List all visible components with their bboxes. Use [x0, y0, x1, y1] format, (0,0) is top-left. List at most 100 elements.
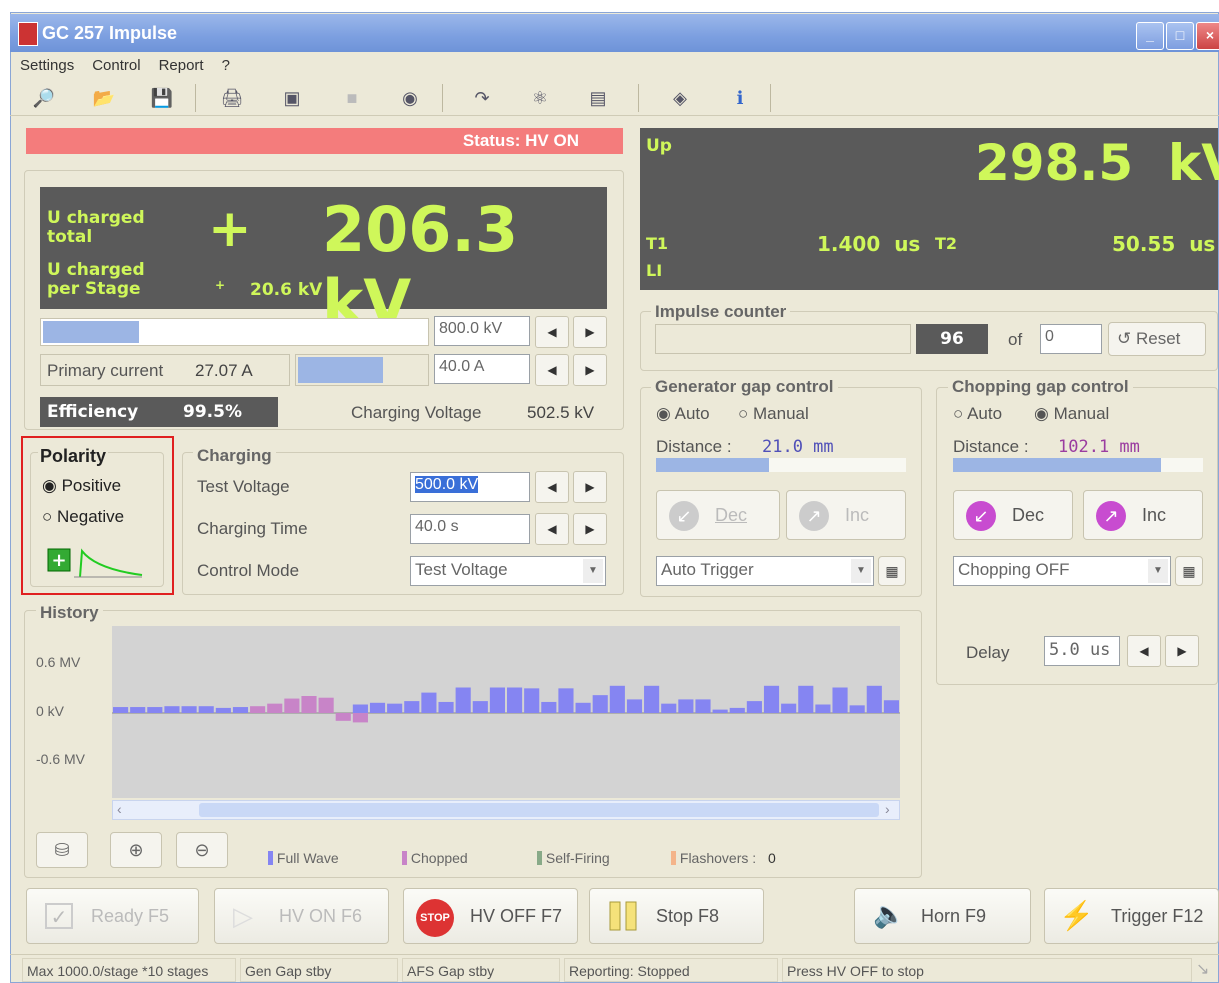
layers-icon[interactable]: ◈: [668, 86, 692, 110]
arrow-down-left-icon: ↙: [966, 501, 996, 531]
menu-report[interactable]: Report: [149, 52, 212, 74]
history-bar: [798, 685, 814, 713]
scroll-left-icon[interactable]: ‹: [117, 801, 122, 817]
ready-label: Ready F5: [91, 906, 170, 926]
chopping-mode-select[interactable]: Chopping OFF ▼: [953, 556, 1171, 586]
zoom-in-icon: ⊕: [128, 840, 144, 860]
delay-inc[interactable]: ▶: [1165, 635, 1199, 667]
zoom-out-button[interactable]: ⊖: [176, 832, 228, 868]
history-bar: [832, 687, 848, 713]
horn-button[interactable]: 🔈 Horn F9: [854, 888, 1031, 944]
maximize-button[interactable]: □: [1166, 22, 1194, 50]
chop-gap-auto-label: Auto: [967, 404, 1003, 423]
chop-gap-dec-button[interactable]: ↙ Dec: [953, 490, 1073, 540]
charging-time-dec[interactable]: ◀: [535, 513, 569, 545]
polarity-positive-radio[interactable]: ◉ Positive: [42, 476, 121, 496]
trigger-settings-icon[interactable]: ▦: [878, 556, 906, 586]
polarity-negative-label: Negative: [57, 507, 125, 526]
test-voltage-value: 500.0 kV: [415, 476, 479, 493]
gen-gap-inc-label: Inc: [845, 505, 870, 525]
history-chart: [112, 626, 900, 798]
primary-current-label: Primary current: [47, 361, 164, 380]
chop-gap-meter-fill: [953, 458, 1161, 472]
impulse-limit-field[interactable]: 0: [1040, 324, 1102, 354]
open-folder-icon[interactable]: 📂: [92, 86, 116, 110]
svg-text:+: +: [51, 550, 66, 571]
current-limit-inc[interactable]: ▶: [573, 354, 607, 386]
network-icon[interactable]: ⚛: [528, 86, 552, 110]
menu-control[interactable]: Control: [82, 52, 148, 74]
chopping-settings-icon[interactable]: ▦: [1175, 556, 1203, 586]
test-voltage-field[interactable]: 500.0 kV: [410, 472, 530, 502]
close-button[interactable]: ×: [1196, 22, 1219, 50]
camera-icon[interactable]: ◉: [398, 86, 422, 110]
primary-current-box: Primary current 27.07 A: [40, 354, 290, 386]
gen-gap-inc-button[interactable]: ↗ Inc: [786, 490, 906, 540]
resize-grip-icon[interactable]: ↘: [1196, 959, 1209, 979]
chevron-down-icon: ▼: [851, 559, 871, 583]
hv-off-button[interactable]: STOP HV OFF F7: [403, 888, 578, 944]
horn-label: Horn F9: [921, 906, 987, 926]
history-bar: [849, 705, 865, 713]
li-label: LI: [646, 261, 663, 280]
delay-field[interactable]: 5.0 us: [1044, 636, 1120, 666]
app-icon: [18, 22, 38, 46]
menu-settings[interactable]: Settings: [10, 52, 82, 74]
clear-history-button[interactable]: ⛁: [36, 832, 88, 868]
chop-gap-inc-button[interactable]: ↗ Inc: [1083, 490, 1203, 540]
radio-selected-icon: ◉: [42, 476, 57, 495]
history-bar: [712, 709, 728, 713]
lightning-icon: ⚡: [1059, 900, 1094, 931]
export-icon[interactable]: ↷: [470, 86, 494, 110]
history-bar: [404, 701, 420, 713]
voltage-limit-inc[interactable]: ▶: [573, 316, 607, 348]
chop-gap-distance-value: 102.1 mm: [1058, 437, 1140, 457]
primary-current-value: 27.07 A: [195, 361, 253, 380]
search-icon[interactable]: 🔎: [32, 86, 56, 110]
ready-button[interactable]: ✓ Ready F5: [26, 888, 199, 944]
gen-gap-manual-radio[interactable]: ○ Manual: [738, 404, 809, 424]
scrollbar-thumb[interactable]: [199, 803, 879, 817]
test-voltage-inc[interactable]: ▶: [573, 471, 607, 503]
up-value: 298.5 kV: [975, 134, 1219, 192]
hv-on-label: HV ON F6: [279, 906, 363, 926]
control-mode-label: Control Mode: [197, 561, 300, 580]
zoom-in-button[interactable]: ⊕: [110, 832, 162, 868]
record-icon[interactable]: ■: [340, 86, 364, 110]
reset-button[interactable]: ↺ Reset: [1108, 322, 1206, 356]
test-voltage-dec[interactable]: ◀: [535, 471, 569, 503]
menu-help[interactable]: ?: [212, 52, 238, 74]
current-limit-field[interactable]: 40.0 A: [434, 354, 530, 384]
control-mode-select[interactable]: Test Voltage ▼: [410, 556, 606, 586]
history-scrollbar[interactable]: ‹ ›: [112, 800, 900, 820]
preview-icon[interactable]: ▣: [280, 86, 304, 110]
gen-gap-dec-button[interactable]: ↙ Dec: [656, 490, 780, 540]
voltage-limit-dec[interactable]: ◀: [535, 316, 569, 348]
gen-gap-distance-value: 21.0 mm: [762, 437, 834, 457]
print-icon[interactable]: 🖨: [220, 86, 244, 110]
legend-swatch: [671, 851, 676, 865]
chop-gap-manual-radio[interactable]: ◉ Manual: [1034, 404, 1109, 424]
trigger-button[interactable]: ⚡ Trigger F12: [1044, 888, 1219, 944]
window-layout-icon[interactable]: ▤: [586, 86, 610, 110]
save-icon[interactable]: 💾: [150, 86, 174, 110]
history-bar: [147, 707, 163, 713]
gen-gap-auto-radio[interactable]: ◉ Auto: [656, 404, 710, 424]
minimize-button[interactable]: _: [1136, 22, 1164, 50]
history-bar: [883, 700, 899, 713]
scroll-right-icon[interactable]: ›: [885, 801, 890, 817]
info-icon[interactable]: ℹ: [728, 86, 752, 110]
trigger-mode-select[interactable]: Auto Trigger ▼: [656, 556, 874, 586]
stop-button[interactable]: Stop F8: [589, 888, 764, 944]
charging-time-field[interactable]: 40.0 s: [410, 514, 530, 544]
delay-dec[interactable]: ◀: [1127, 635, 1161, 667]
voltage-limit-field[interactable]: 800.0 kV: [434, 316, 530, 346]
chop-gap-auto-radio[interactable]: ○ Auto: [953, 404, 1002, 424]
peak-voltage-display: Up 298.5 kV T1 1.400 us T2 50.55 us LI: [640, 128, 1219, 290]
hv-on-button[interactable]: ▷ HV ON F6: [214, 888, 389, 944]
trigger-mode-value: Auto Trigger: [661, 560, 754, 579]
current-limit-dec[interactable]: ◀: [535, 354, 569, 386]
polarity-negative-radio[interactable]: ○ Negative: [42, 507, 124, 527]
charging-time-inc[interactable]: ▶: [573, 513, 607, 545]
history-bar: [181, 706, 197, 713]
